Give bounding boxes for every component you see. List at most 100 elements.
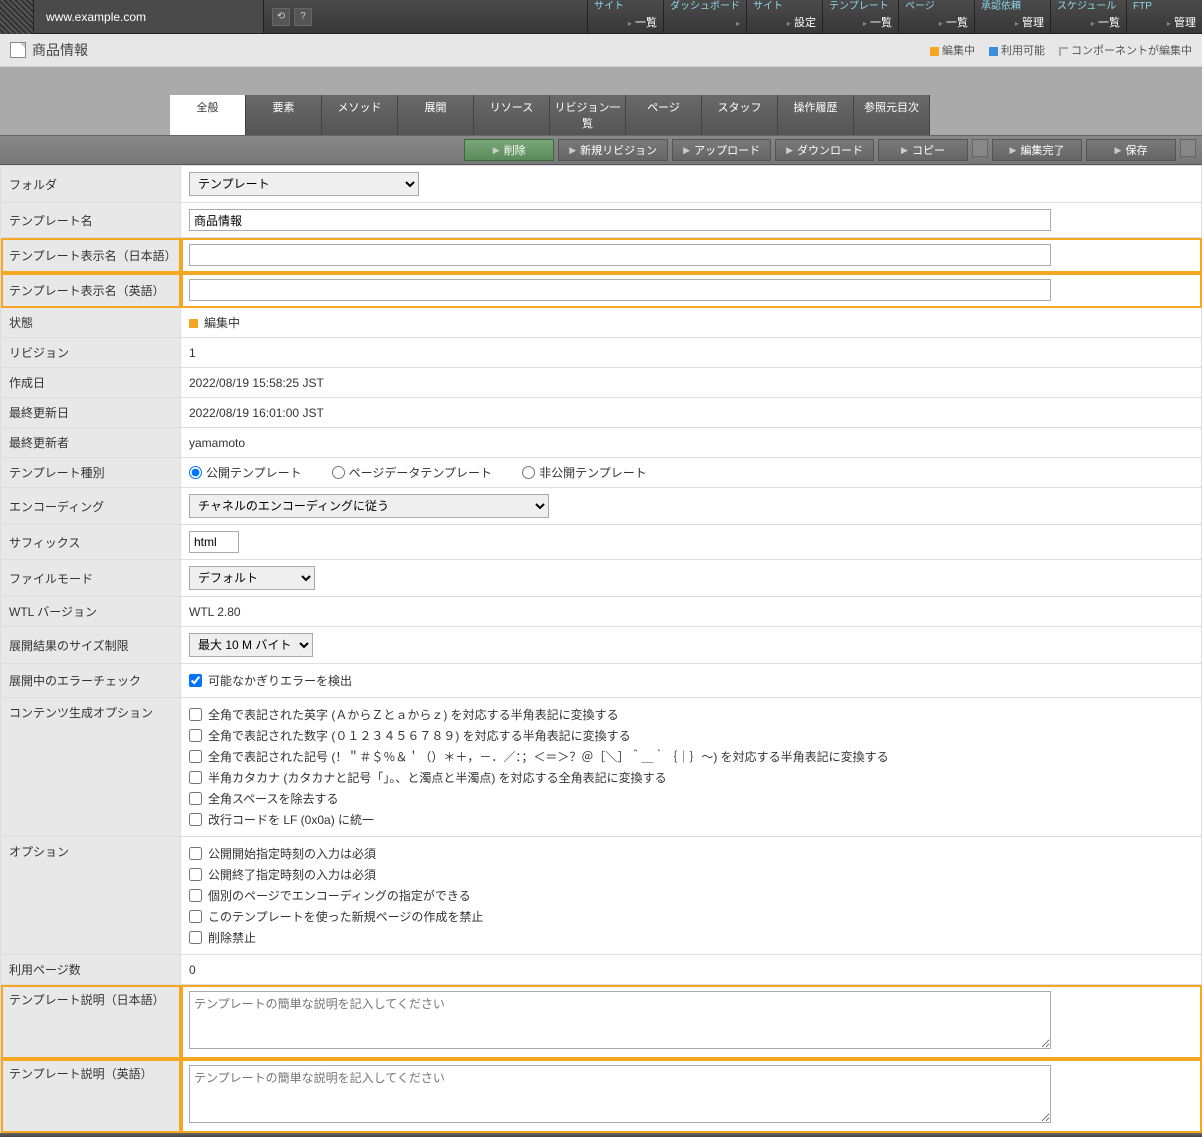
tab-3[interactable]: 展開 xyxy=(398,95,474,135)
document-icon xyxy=(10,42,26,58)
label-suffix: サフィックス xyxy=(1,525,181,560)
desc-en-textarea[interactable] xyxy=(189,1065,1051,1123)
content-gen-label-2: 全角で表記された記号 (！＂＃＄％＆＇（）＊＋，－．／：；＜＝＞？＠［＼］＾＿｀… xyxy=(208,748,889,765)
template-form: フォルダ テンプレート テンプレート名 テンプレート表示名（日本語） テンプレー… xyxy=(0,165,1202,1133)
template-type-radio-2[interactable]: 非公開テンプレート xyxy=(522,464,647,481)
new-revision-button[interactable]: ▶新規リビジョン xyxy=(558,139,668,161)
tab-7[interactable]: スタッフ xyxy=(702,95,778,135)
option-label-1: 公開終了指定時刻の入力は必須 xyxy=(208,866,376,883)
nav-item-6[interactable]: スケジュール▸ 一覧 xyxy=(1050,0,1126,33)
page-header: 商品情報 編集中 利用可能 コンポーネントが編集中 xyxy=(0,34,1202,67)
toolbar-separator xyxy=(972,139,988,157)
nav-item-5[interactable]: 承認依頼▸ 管理 xyxy=(974,0,1050,33)
label-status: 状態 xyxy=(1,308,181,338)
status-value: 編集中 xyxy=(204,316,240,330)
page-count-value: 0 xyxy=(181,955,1202,985)
label-updater: 最終更新者 xyxy=(1,428,181,458)
label-options: オプション xyxy=(1,837,181,955)
option-label-3: このテンプレートを使った新規ページの作成を禁止 xyxy=(208,908,483,925)
legend-available-swatch xyxy=(989,47,998,56)
created-value: 2022/08/19 15:58:25 JST xyxy=(181,368,1202,398)
tabs-container: 全般要素メソッド展開リソースリビジョン一覧ページスタッフ操作履歴参照元目次 xyxy=(0,67,1202,135)
url-tool-icons: ⟲ ? xyxy=(264,0,320,33)
folder-select[interactable]: テンプレート xyxy=(189,172,419,196)
content-gen-checkbox-0[interactable] xyxy=(189,708,202,721)
content-gen-checkbox-3[interactable] xyxy=(189,771,202,784)
display-name-ja-input[interactable] xyxy=(189,244,1051,266)
content-gen-checkbox-2[interactable] xyxy=(189,750,202,763)
tab-9[interactable]: 参照元目次 xyxy=(854,95,930,135)
option-label-2: 個別のページでエンコーディングの指定ができる xyxy=(208,887,471,904)
nav-item-3[interactable]: テンプレート▸ 一覧 xyxy=(822,0,898,33)
options-cell: 公開開始指定時刻の入力は必須公開終了指定時刻の入力は必須個別のページでエンコーデ… xyxy=(181,837,1202,955)
label-folder: フォルダ xyxy=(1,166,181,203)
option-label-0: 公開開始指定時刻の入力は必須 xyxy=(208,845,376,862)
status-legend: 編集中 利用可能 コンポーネントが編集中 xyxy=(930,42,1192,58)
nav-item-7[interactable]: FTP▸ 管理 xyxy=(1126,0,1202,33)
tab-0[interactable]: 全般 xyxy=(170,95,246,135)
content-gen-label-1: 全角で表記された数字 (０１２３４５６７８９) を対応する半角表記に変換する xyxy=(208,727,631,744)
content-gen-checkbox-1[interactable] xyxy=(189,729,202,742)
error-check-label: 可能なかぎりエラーを検出 xyxy=(208,672,352,689)
content-gen-label-5: 改行コードを LF (0x0a) に統一 xyxy=(208,811,374,828)
option-checkbox-0[interactable] xyxy=(189,847,202,860)
option-checkbox-3[interactable] xyxy=(189,910,202,923)
top-nav-bar: www.example.com ⟲ ? サイト▸ 一覧ダッシュボード▸ サイト▸… xyxy=(0,0,1202,34)
error-check-checkbox[interactable] xyxy=(189,674,202,687)
label-created: 作成日 xyxy=(1,368,181,398)
display-name-en-input[interactable] xyxy=(189,279,1051,301)
label-display-name-en: テンプレート表示名（英語） xyxy=(1,273,181,308)
status-swatch-icon xyxy=(189,319,198,328)
label-wtl-version: WTL バージョン xyxy=(1,597,181,627)
tab-5[interactable]: リビジョン一覧 xyxy=(550,95,626,135)
tab-6[interactable]: ページ xyxy=(626,95,702,135)
legend-available-label: 利用可能 xyxy=(1001,45,1045,57)
nav-item-4[interactable]: ページ▸ 一覧 xyxy=(898,0,974,33)
toolbar-separator-2 xyxy=(1180,139,1196,157)
option-checkbox-1[interactable] xyxy=(189,868,202,881)
nav-item-2[interactable]: サイト▸ 設定 xyxy=(746,0,822,33)
updated-value: 2022/08/19 16:01:00 JST xyxy=(181,398,1202,428)
nav-item-0[interactable]: サイト▸ 一覧 xyxy=(587,0,663,33)
updater-value: yamamoto xyxy=(181,428,1202,458)
content-gen-checkbox-4[interactable] xyxy=(189,792,202,805)
nav-item-1[interactable]: ダッシュボード▸ xyxy=(663,0,746,33)
desc-ja-textarea[interactable] xyxy=(189,991,1051,1049)
page-title: 商品情報 xyxy=(32,40,88,60)
encoding-select[interactable]: チャネルのエンコーディングに従う xyxy=(189,494,549,518)
option-checkbox-4[interactable] xyxy=(189,931,202,944)
delete-button[interactable]: ▶削除 xyxy=(464,139,554,161)
tab-4[interactable]: リソース xyxy=(474,95,550,135)
option-label-4: 削除禁止 xyxy=(208,929,256,946)
history-icon[interactable]: ⟲ xyxy=(272,8,290,26)
label-encoding: エンコーディング xyxy=(1,488,181,525)
template-type-radio-1[interactable]: ページデータテンプレート xyxy=(332,464,492,481)
app-logo xyxy=(0,0,34,34)
tab-2[interactable]: メソッド xyxy=(322,95,398,135)
file-mode-select[interactable]: デフォルト xyxy=(189,566,315,590)
copy-button[interactable]: ▶コピー xyxy=(878,139,968,161)
content-gen-checkbox-5[interactable] xyxy=(189,813,202,826)
tab-1[interactable]: 要素 xyxy=(246,95,322,135)
size-limit-select[interactable]: 最大 10 M バイト xyxy=(189,633,313,657)
content-gen-cell: 全角で表記された英字 (ＡからＺとａからｚ) を対応する半角表記に変換する全角で… xyxy=(181,698,1202,837)
save-button[interactable]: ▶保存 xyxy=(1086,139,1176,161)
url-display: www.example.com xyxy=(34,0,264,33)
option-checkbox-2[interactable] xyxy=(189,889,202,902)
help-icon[interactable]: ? xyxy=(294,8,312,26)
label-file-mode: ファイルモード xyxy=(1,560,181,597)
label-revision: リビジョン xyxy=(1,338,181,368)
tab-8[interactable]: 操作履歴 xyxy=(778,95,854,135)
label-content-gen: コンテンツ生成オプション xyxy=(1,698,181,837)
upload-button[interactable]: ▶アップロード xyxy=(672,139,771,161)
template-type-radio-0[interactable]: 公開テンプレート xyxy=(189,464,302,481)
label-updated: 最終更新日 xyxy=(1,398,181,428)
content-gen-label-3: 半角カタカナ (カタカナと記号「」。、と濁点と半濁点) を対応する全角表記に変換… xyxy=(208,769,667,786)
label-desc-ja: テンプレート説明（日本語） xyxy=(1,985,181,1059)
finish-edit-button[interactable]: ▶編集完了 xyxy=(992,139,1082,161)
download-button[interactable]: ▶ダウンロード xyxy=(775,139,874,161)
content-gen-label-4: 全角スペースを除去する xyxy=(208,790,339,807)
suffix-input[interactable] xyxy=(189,531,239,553)
label-error-check: 展開中のエラーチェック xyxy=(1,664,181,698)
template-name-input[interactable] xyxy=(189,209,1051,231)
